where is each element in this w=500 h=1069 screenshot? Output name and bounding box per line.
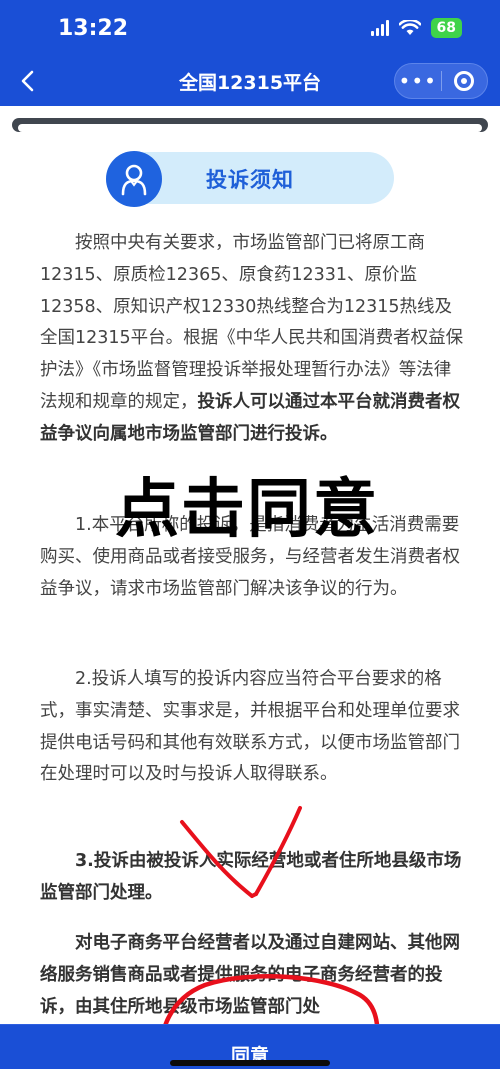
nav-bar: 全国12315平台 ••• xyxy=(0,56,500,106)
annotation-text: 点击同意 xyxy=(115,473,379,547)
status-time: 13:22 xyxy=(58,16,129,41)
target-icon xyxy=(454,71,475,91)
signal-icon xyxy=(370,20,389,36)
wifi-icon xyxy=(398,20,421,35)
home-indicator xyxy=(170,1060,330,1066)
paragraph-1-text: 按照中央有关要求，市场监管部门已将原工商12315、原质检12365、原食药12… xyxy=(40,233,464,412)
close-program-button[interactable] xyxy=(441,71,487,91)
notice-paragraph-5: 对电子商务平台经营者以及通过自建网站、其他网络服务销售商品或者提供服务的电子商务… xyxy=(40,933,460,1017)
notice-paragraph-3: 2.投诉人填写的投诉内容应当符合平台要求的格式，事实清楚、实事求是，并根据平台和… xyxy=(40,669,460,785)
mini-program-capsule: ••• xyxy=(394,63,488,99)
notice-paragraph-1: 按照中央有关要求，市场监管部门已将原工商12315、原质检12365、原食药12… xyxy=(40,228,464,451)
notice-content[interactable]: 投诉须知 按照中央有关要求，市场监管部门已将原工商12315、原质检12365、… xyxy=(0,106,500,1024)
notice-title: 投诉须知 xyxy=(206,168,294,192)
battery-icon: 68 xyxy=(430,18,462,38)
scroll-top-bar xyxy=(12,118,488,132)
status-icons: 68 xyxy=(370,18,462,38)
notice-paragraph-4: 3.投诉由被投诉人实际经营地或者住所地县级市场监管部门处理。 xyxy=(40,851,462,903)
user-icon xyxy=(106,151,162,207)
status-bar: 13:22 68 xyxy=(0,0,500,56)
more-icon[interactable]: ••• xyxy=(395,63,441,99)
